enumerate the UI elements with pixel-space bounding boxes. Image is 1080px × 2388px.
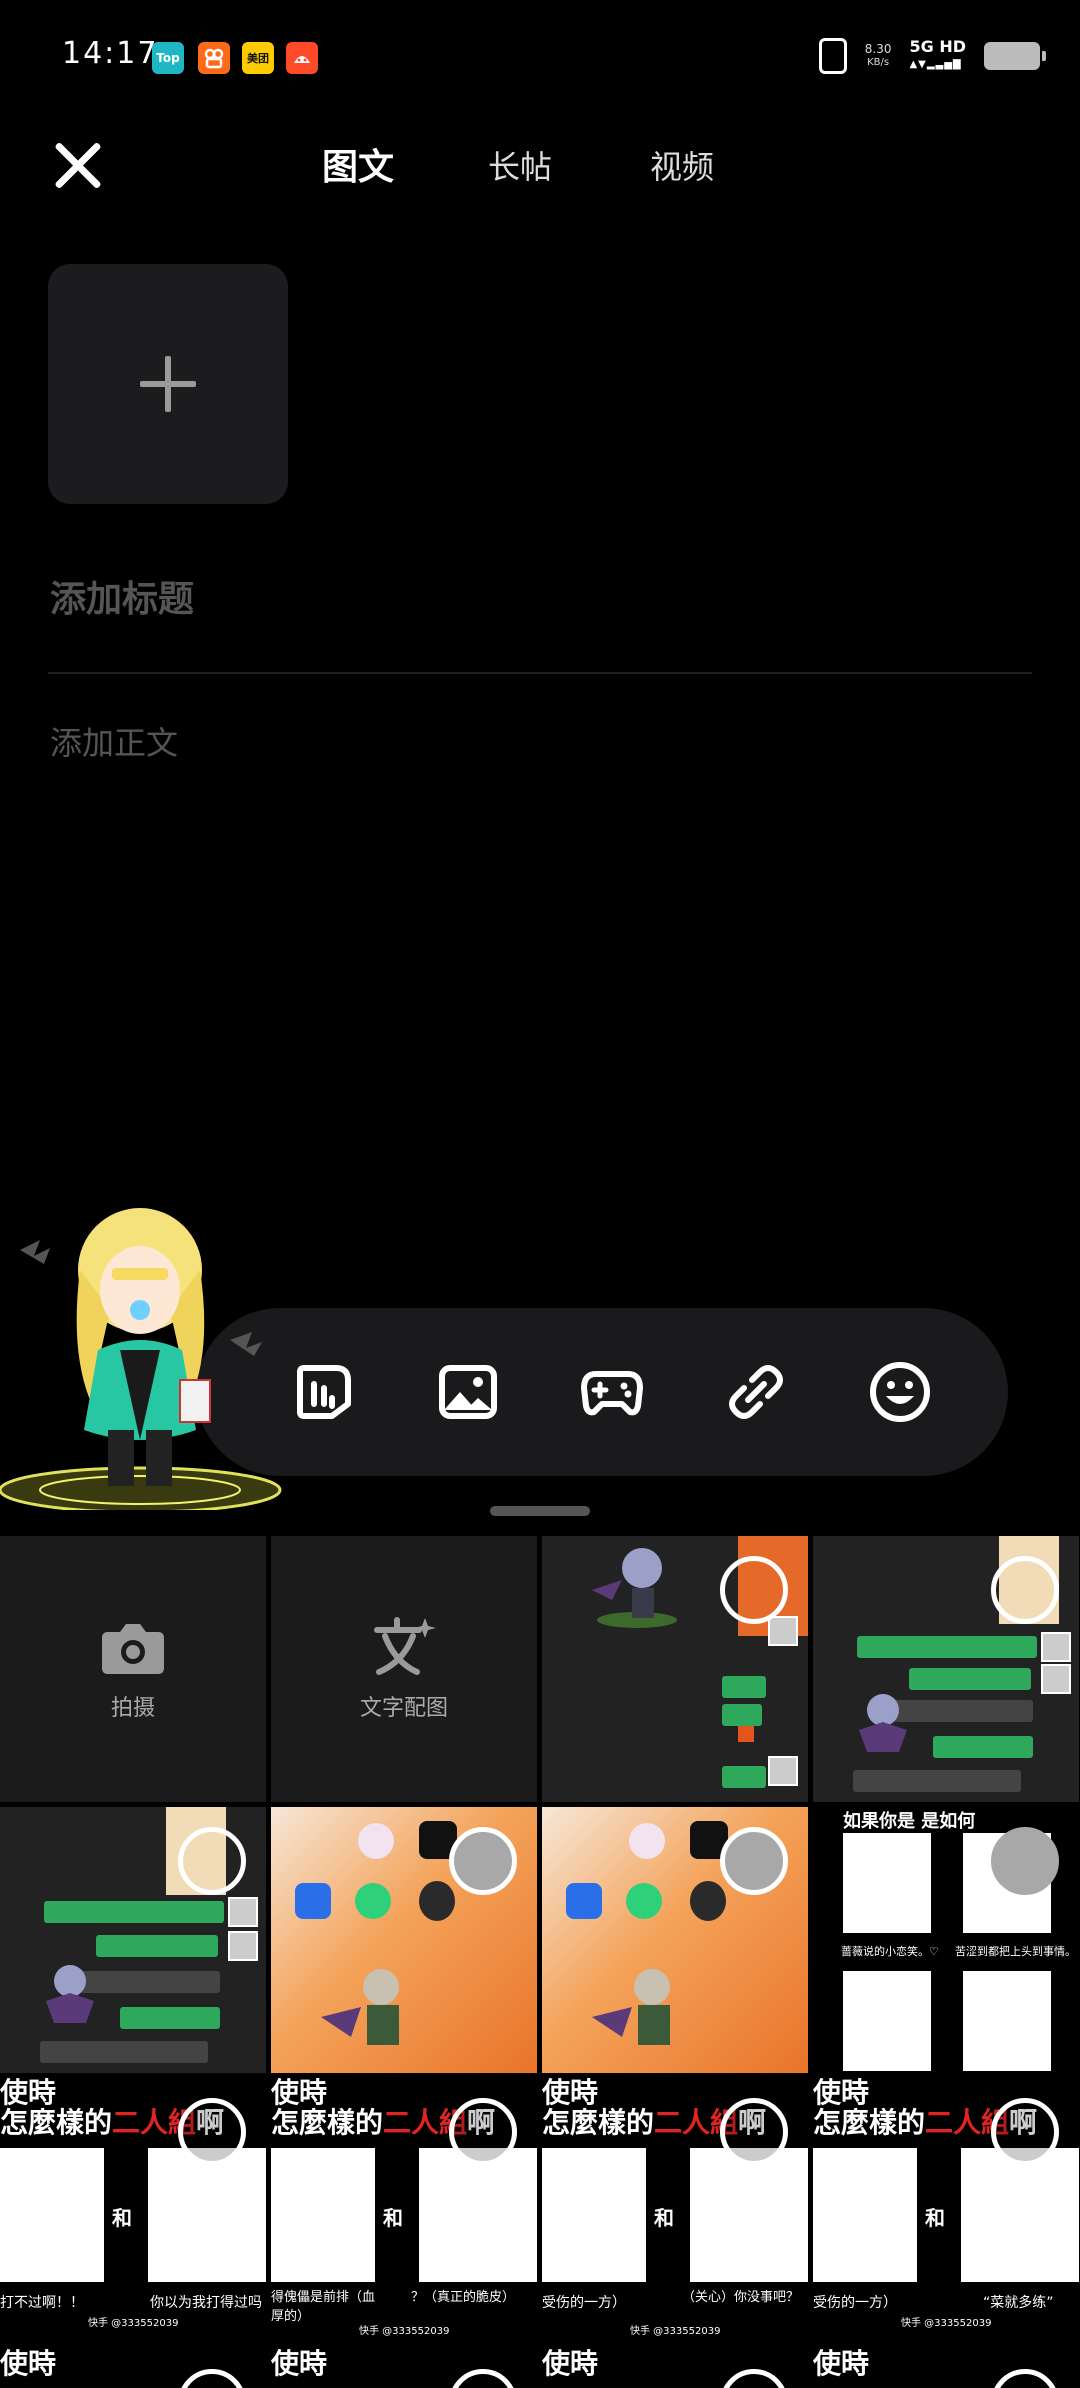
signal-icon: 5G HD ▲▼▂▃▅▇ (909, 37, 966, 71)
kuaishou-icon (198, 42, 230, 74)
image-icon[interactable] (436, 1360, 500, 1424)
album-caption-left: 蔷薇说的小恋笑。♡ (841, 1945, 939, 1958)
select-circle[interactable] (991, 1556, 1059, 1624)
select-circle[interactable] (449, 1827, 517, 1895)
tab-video[interactable]: 视频 (650, 142, 714, 188)
mascot-pet-image[interactable] (0, 1200, 290, 1510)
top-app-icon: Top (152, 42, 184, 74)
post-type-tabs: 图文 长帖 视频 (0, 138, 1080, 198)
tab-image-text[interactable]: 图文 (322, 138, 394, 190)
select-circle[interactable] (720, 2098, 788, 2166)
net-speed: 8.30 KB/s (865, 42, 892, 70)
signal-label: 5G HD (909, 37, 966, 56)
meituan-icon: 美团 (242, 42, 274, 74)
photo-thumb[interactable]: 使時 (0, 2349, 266, 2388)
divider (48, 672, 1032, 674)
battery-icon (984, 42, 1046, 70)
photo-thumb[interactable]: 使時 (813, 2349, 1079, 2388)
select-circle[interactable] (720, 1827, 788, 1895)
add-image-button[interactable] (48, 264, 288, 504)
link-icon[interactable] (724, 1360, 788, 1424)
app-red-icon (286, 42, 318, 74)
body-input[interactable]: 添加正文 (50, 718, 178, 764)
status-bar: 14:17 Top 美团 8.30 KB/s 5G HD ▲▼▂▃▅▇ (0, 0, 1080, 110)
album-header: 如果你是 是如何 (843, 1811, 976, 1832)
select-circle[interactable] (991, 2098, 1059, 2166)
net-speed-unit: KB/s (867, 57, 890, 68)
camera-icon (102, 1624, 164, 1674)
photo-thumb[interactable]: 使時 怎麼樣的二人組啊 和 受伤的一方） “菜就多练” 快手 @333552039 (813, 2078, 1079, 2344)
status-indicators: 8.30 KB/s 5G HD ▲▼▂▃▅▇ (818, 37, 1046, 74)
text-to-image-label: 文字配图 (359, 1696, 448, 1721)
photo-thumb[interactable]: 使時 怎麼樣的二人組啊 和 得傀儡是前排（血厚的） ？（真正的脆皮） 快手 @33… (271, 2078, 537, 2344)
photo-thumb[interactable]: 如果你是 是如何 蔷薇说的小恋笑。♡ 苦涩到都把上头到事情。 (813, 1807, 1079, 2073)
photo-thumb[interactable]: 使時 (271, 2349, 537, 2388)
photo-thumb[interactable] (542, 1536, 808, 1802)
gamepad-icon[interactable] (580, 1360, 644, 1424)
vibrate-icon (818, 38, 847, 74)
select-circle[interactable] (991, 1827, 1059, 1895)
select-circle[interactable] (178, 2098, 246, 2166)
tab-long-post[interactable]: 长帖 (488, 142, 552, 188)
sticker-icon[interactable] (292, 1360, 356, 1424)
editor-toolbar (196, 1308, 1008, 1476)
photo-thumb[interactable] (813, 1536, 1079, 1802)
select-circle[interactable] (720, 1556, 788, 1624)
text-to-image-tile[interactable]: 文字配图 (271, 1536, 537, 1802)
select-circle[interactable] (178, 1827, 246, 1895)
camera-tile[interactable]: 拍摄 (0, 1536, 266, 1802)
photo-thumb[interactable] (271, 1807, 537, 2073)
net-speed-value: 8.30 (864, 42, 892, 56)
album-caption-right: 苦涩到都把上头到事情。 (955, 1945, 1076, 1958)
select-circle[interactable] (449, 2098, 517, 2166)
text-image-icon (374, 1617, 436, 1675)
photo-thumb[interactable]: 使時 怎麼樣的二人組啊 和 打不过啊！！ 你以为我打得过吗 快手 @3335520… (0, 2078, 266, 2344)
emoji-icon[interactable] (868, 1360, 932, 1424)
title-input[interactable]: 添加标题 (50, 570, 194, 622)
photo-thumb[interactable]: 使時 (542, 2349, 808, 2388)
camera-label: 拍摄 (110, 1696, 155, 1721)
clock: 14:17 (62, 36, 159, 71)
photo-thumb[interactable]: 使時 怎麼樣的二人組啊 和 受伤的一方） （关心）你没事吧？ 快手 @333552… (542, 2078, 808, 2344)
photo-thumb[interactable] (0, 1807, 266, 2073)
photo-thumb[interactable] (542, 1807, 808, 2073)
drag-handle[interactable] (490, 1506, 590, 1516)
